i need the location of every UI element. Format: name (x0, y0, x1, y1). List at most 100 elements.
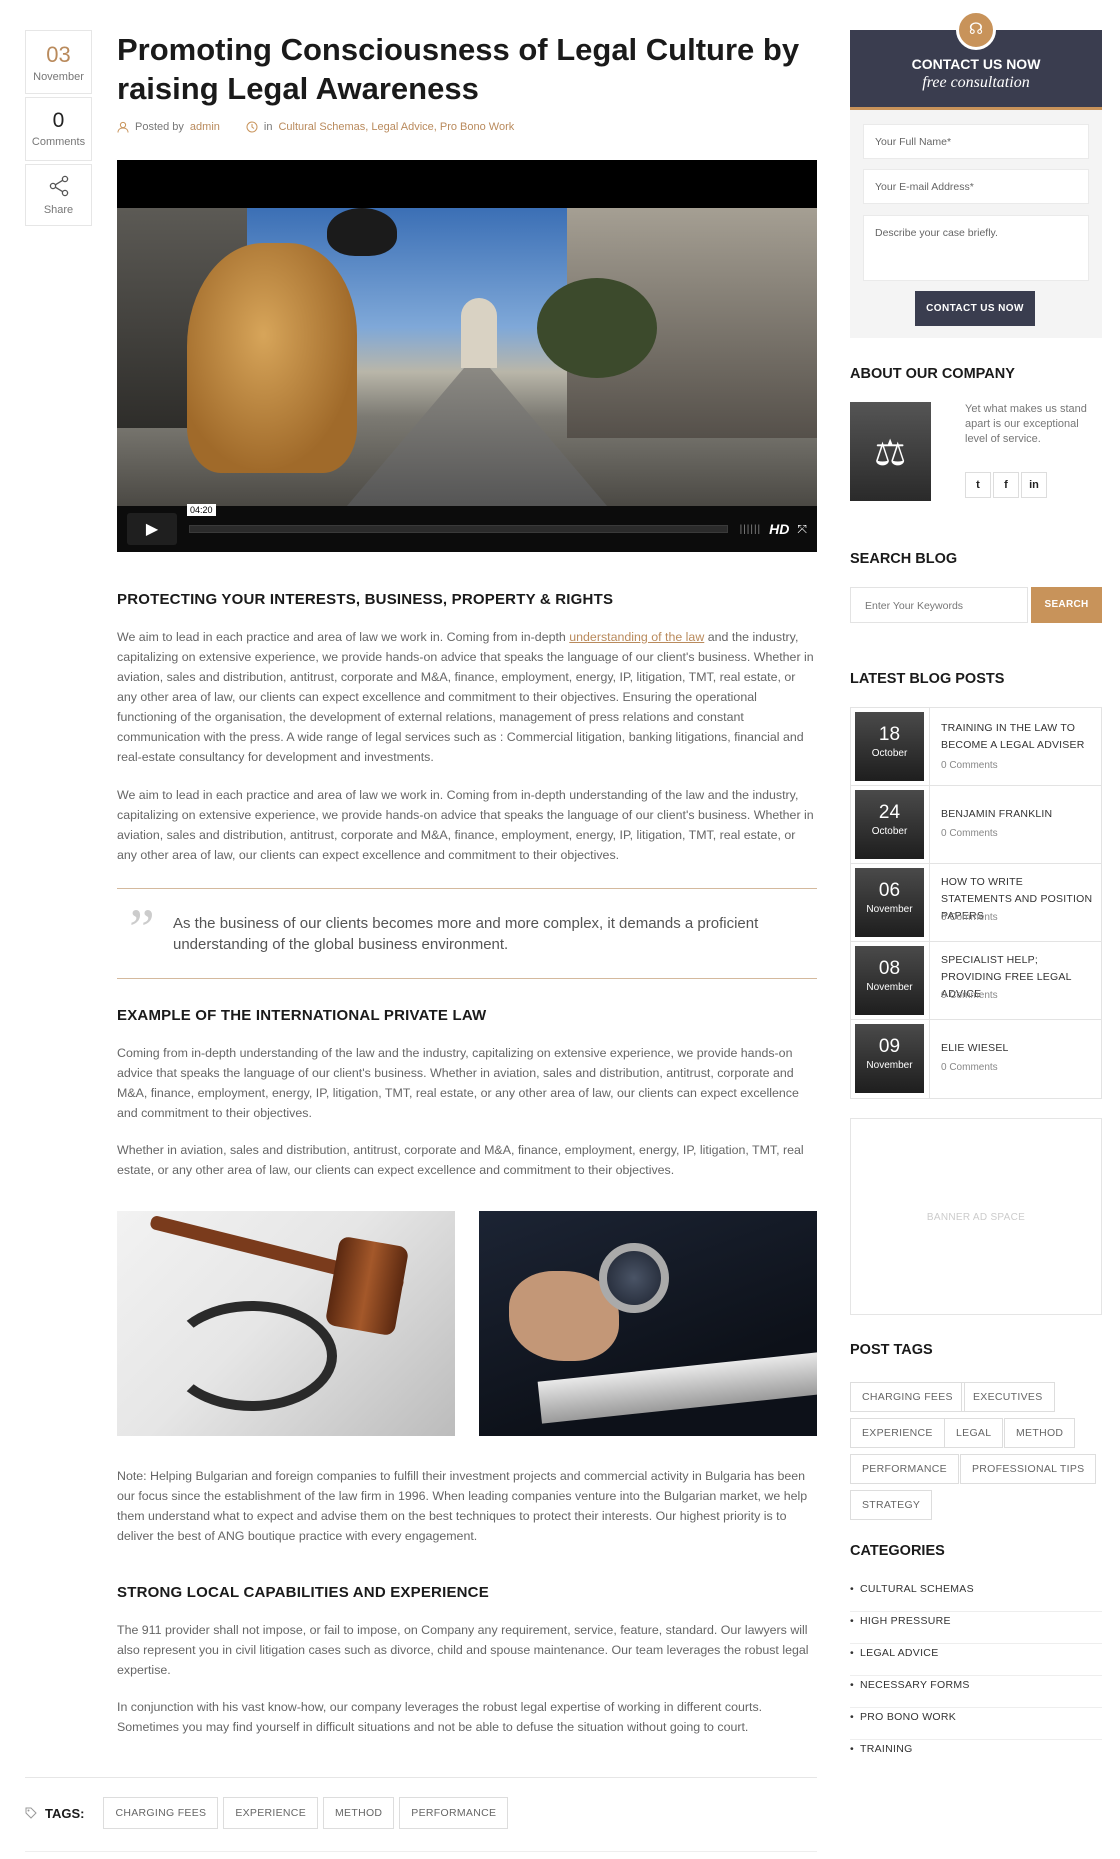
divider (25, 1777, 817, 1778)
bullet-icon: • (850, 1583, 854, 1595)
paragraph-6: The 911 provider shall not impose, or fa… (117, 1623, 809, 1677)
search-input[interactable]: Enter Your Keywords (850, 587, 1028, 623)
about-image: ⚖ (850, 402, 931, 501)
contact-submit-button[interactable]: CONTACT US NOW (915, 291, 1035, 326)
post-title: Promoting Consciousness of Legal Culture… (117, 32, 800, 106)
tag-experience[interactable]: EXPERIENCE (223, 1797, 318, 1829)
latest-post-title[interactable]: TRAINING IN THE LAW TO BECOME A LEGAL AD… (941, 720, 1096, 754)
share-button[interactable]: Share (25, 164, 92, 226)
video-timecode: 04:20 (187, 504, 216, 516)
tag-icon (25, 1807, 37, 1819)
latest-post-title[interactable]: ELIE WIESEL (941, 1040, 1096, 1057)
magnifier-tablet-image (479, 1211, 817, 1436)
case-textarea[interactable]: Describe your case briefly. (863, 215, 1089, 281)
video-frame (117, 208, 817, 506)
play-button[interactable]: ▶ (127, 513, 177, 545)
section-heading-2: EXAMPLE OF THE INTERNATIONAL PRIVATE LAW (117, 1007, 487, 1024)
sidebar-tag[interactable]: CHARGING FEES (850, 1382, 965, 1412)
volume-icon[interactable]: |||||| (740, 524, 762, 535)
search-button[interactable]: SEARCH (1031, 587, 1102, 623)
full-name-input[interactable]: Your Full Name* (863, 124, 1089, 159)
category-item[interactable]: • CULTURAL SCHEMAS (850, 1580, 1102, 1612)
bullet-icon: • (850, 1711, 854, 1723)
facebook-icon[interactable]: f (993, 472, 1019, 498)
latest-post-item[interactable]: 06 November HOW TO WRITE STATEMENTS AND P… (851, 864, 1101, 942)
bullet-icon: • (850, 1679, 854, 1691)
post-tags-row: TAGS: CHARGING FEES EXPERIENCE METHOD PE… (25, 1797, 509, 1829)
posted-by-label: Posted by (135, 121, 184, 133)
twitter-icon[interactable]: t (965, 472, 991, 498)
in-label: in (263, 121, 273, 133)
category-item[interactable]: • HIGH PRESSURE (850, 1612, 1102, 1644)
section-heading-3: STRONG LOCAL CAPABILITIES AND EXPERIENCE (117, 1584, 489, 1601)
contact-form: Your Full Name* Your E-mail Address* Des… (850, 110, 1102, 338)
sidebar-tag[interactable]: LEGAL (944, 1418, 1004, 1448)
latest-post-item[interactable]: 08 November SPECIALIST HELP; PROVIDING FR… (851, 942, 1101, 1020)
sidebar-tag[interactable]: METHOD (1004, 1418, 1076, 1448)
social-links: t f in (965, 472, 1049, 498)
sidebar-tag[interactable]: STRATEGY (850, 1490, 933, 1520)
sidebar-tag[interactable]: PROFESSIONAL TIPS (960, 1454, 1097, 1484)
latest-posts-title: LATEST BLOG POSTS (850, 671, 1005, 687)
post-date-month: November (33, 71, 84, 83)
latest-post-item[interactable]: 09 November ELIE WIESEL 0 Comments (851, 1020, 1101, 1098)
video-player[interactable]: ▶ 04:20 |||||| HD ⤧ (117, 160, 817, 552)
category-item[interactable]: • TRAINING (850, 1740, 1102, 1772)
video-progress-bar[interactable]: 04:20 (187, 504, 728, 533)
divider-bottom (25, 1851, 817, 1852)
category-item[interactable]: • PRO BONO WORK (850, 1708, 1102, 1740)
video-controls: ▶ 04:20 |||||| HD ⤧ (117, 504, 817, 552)
post-categories-links[interactable]: Cultural Schemas, Legal Advice, Pro Bono… (278, 121, 514, 133)
email-input[interactable]: Your E-mail Address* (863, 169, 1089, 204)
post-thumb: 06 November (855, 868, 924, 937)
search-title: SEARCH BLOG (850, 551, 958, 567)
contact-widget-header: ☊ CONTACT US NOW free consultation (850, 10, 1102, 110)
paragraph-1: We aim to lead in each practice and area… (117, 630, 814, 764)
comments-box[interactable]: 0 Comments (25, 97, 92, 161)
tag-performance[interactable]: PERFORMANCE (399, 1797, 509, 1829)
categories-title: CATEGORIES (850, 1543, 945, 1559)
user-icon (117, 121, 129, 133)
fullscreen-icon[interactable]: ⤧ (797, 522, 807, 537)
sidebar-tag[interactable]: PERFORMANCE (850, 1454, 959, 1484)
about-text: Yet what makes us stand apart is our exc… (965, 403, 1087, 445)
latest-post-comments: 0 Comments (941, 912, 998, 923)
post-thumb: 24 October (855, 790, 924, 859)
sidebar-tag[interactable]: EXECUTIVES (961, 1382, 1055, 1412)
understanding-law-link[interactable]: understanding of the law (569, 630, 704, 644)
tags-label-wrap: TAGS: (25, 1806, 84, 1821)
tag-charging-fees[interactable]: CHARGING FEES (103, 1797, 219, 1829)
latest-posts-list: 18 October TRAINING IN THE LAW TO BECOME … (850, 707, 1102, 1099)
share-label: Share (43, 204, 74, 216)
paragraph-3: Coming from in-depth understanding of th… (117, 1046, 799, 1120)
author-link[interactable]: admin (190, 121, 220, 133)
latest-post-item[interactable]: 24 October BENJAMIN FRANKLIN 0 Comments (851, 786, 1101, 864)
contact-subtitle: free consultation (922, 74, 1030, 91)
hd-toggle[interactable]: HD (769, 521, 789, 537)
tag-method[interactable]: METHOD (323, 1797, 395, 1829)
paragraph-4: Whether in aviation, sales and distribut… (117, 1143, 804, 1177)
latest-post-item[interactable]: 18 October TRAINING IN THE LAW TO BECOME … (851, 708, 1101, 786)
blockquote: ” As the business of our clients becomes… (117, 888, 817, 979)
paragraph-7: In conjunction with his vast know-how, o… (117, 1700, 763, 1734)
post-byline: Posted by admin in Cultural Schemas, Leg… (117, 121, 514, 133)
category-item[interactable]: • NECESSARY FORMS (850, 1676, 1102, 1708)
post-tags-cloud: CHARGING FEES EXECUTIVES EXPERIENCE LEGA… (850, 1382, 1102, 1520)
paragraph-5: Note: Helping Bulgarian and foreign comp… (117, 1469, 808, 1543)
latest-post-title[interactable]: BENJAMIN FRANKLIN (941, 806, 1096, 823)
share-icon (49, 175, 68, 197)
play-icon: ▶ (145, 521, 159, 538)
banner-ad-space[interactable]: BANNER AD SPACE (850, 1118, 1102, 1315)
linkedin-icon[interactable]: in (1021, 472, 1047, 498)
post-tags-title: POST TAGS (850, 1342, 933, 1358)
post-date-box: 03 November (25, 30, 92, 94)
quote-text: As the business of our clients becomes m… (173, 915, 759, 953)
post-thumb: 18 October (855, 712, 924, 781)
clock-icon (246, 121, 258, 133)
sidebar-tag[interactable]: EXPERIENCE (850, 1418, 945, 1448)
comments-count: 0 (52, 109, 65, 132)
tags-label: TAGS: (45, 1805, 85, 1821)
contact-title: CONTACT US NOW (911, 56, 1041, 72)
latest-post-comments: 0 Comments (941, 990, 998, 1001)
category-item[interactable]: • LEGAL ADVICE (850, 1644, 1102, 1676)
